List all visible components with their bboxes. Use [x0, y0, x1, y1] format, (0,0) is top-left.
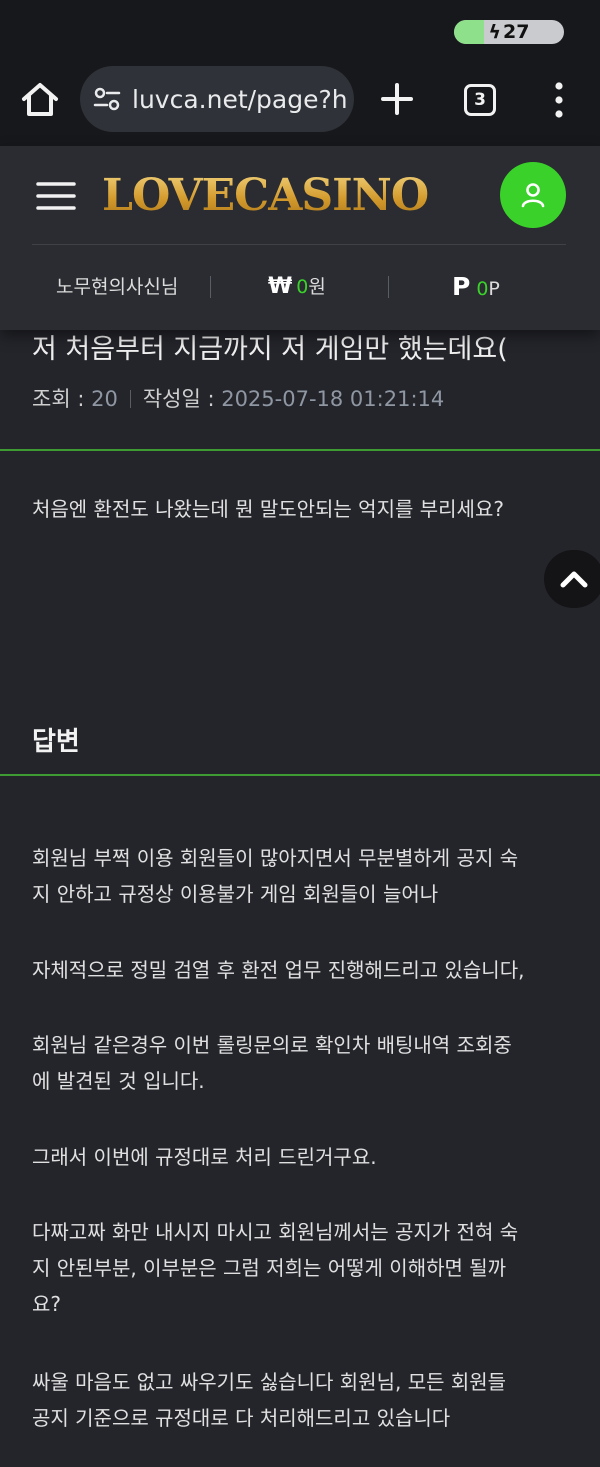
user-icon — [521, 183, 545, 208]
answer-line: 회원님 같은경우 이번 롤링문의로 확인차 배팅내역 조회중 — [32, 1033, 512, 1057]
site-settings-icon[interactable] — [92, 84, 122, 114]
answer-line: 공지 기준으로 규정대로 다 처리해드리고 있습니다 — [32, 1406, 451, 1430]
answer-line: 다짜고짜 화만 내시지 마시고 회원님께서는 공지가 전혀 숙 — [32, 1220, 519, 1244]
answer-paragraph: 회원님 부쩍 이용 회원들이 많아지면서 무분별하게 공지 숙 지 안하고 규정… — [32, 840, 572, 912]
account-info-row: 노무현의사신님 ₩0원 P 0P — [0, 264, 600, 310]
post-body: 처음엔 환전도 나왔는데 뭔 말도안되는 억지를 부리세요? — [32, 497, 504, 521]
won-unit: 원 — [308, 276, 326, 298]
post-divider — [0, 449, 600, 451]
status-bar: ϟ 27 — [0, 0, 600, 62]
won-amount: 0 — [296, 276, 309, 298]
answer-paragraph: 그래서 이번에 규정대로 처리 드린거구요. — [32, 1139, 572, 1175]
answer-paragraph: 싸울 마음도 없고 싸우기도 싫습니다 회원님, 모든 회원들 공지 기준으로 … — [32, 1364, 572, 1436]
meta-divider — [129, 390, 131, 408]
answer-line: 자체적으로 정밀 검열 후 환전 업무 진행해드리고 있습니다, — [32, 958, 525, 982]
answer-paragraph: 자체적으로 정밀 검열 후 환전 업무 진행해드리고 있습니다, — [32, 952, 572, 988]
date-label: 작성일 : — [142, 387, 222, 411]
point-icon: P — [452, 272, 471, 301]
info-divider — [388, 276, 389, 298]
new-tab-button[interactable] — [378, 80, 416, 118]
hamburger-icon — [36, 182, 76, 210]
answer-paragraph: 다짜고짜 화만 내시지 마시고 회원님께서는 공지가 전혀 숙 지 안된부분, … — [32, 1214, 572, 1322]
tab-switcher-button[interactable]: 3 — [464, 84, 496, 116]
scroll-to-top-button[interactable] — [544, 550, 600, 608]
answer-line: 에 발견된 것 입니다. — [32, 1069, 205, 1093]
username: 노무현의사신님 — [56, 276, 179, 298]
user-profile-button[interactable] — [500, 162, 566, 228]
answer-heading: 답변 — [32, 727, 80, 757]
address-bar[interactable]: luvca.net/page?h — [80, 66, 354, 132]
charging-bolt-icon: ϟ — [488, 21, 502, 43]
menu-button[interactable] — [36, 180, 76, 212]
site-header: LOVECASINO 노무현의사신님 ₩0원 P 0P — [0, 146, 600, 330]
answer-line: 지 안하고 규정상 이용불가 게임 회원들이 늘어나 — [32, 882, 439, 906]
won-balance[interactable]: ₩0원 — [268, 264, 326, 310]
answer-line: 지 안된부분, 이부분은 그럼 저희는 어떻게 이해하면 될까 — [32, 1256, 507, 1280]
date-value: 2025-07-18 01:21:14 — [221, 387, 445, 411]
answer-divider — [0, 774, 600, 776]
battery-level: 27 — [503, 21, 530, 43]
home-icon — [22, 83, 58, 116]
site-logo[interactable]: LOVECASINO — [102, 166, 429, 226]
battery-indicator: ϟ 27 — [454, 20, 564, 44]
browser-toolbar: luvca.net/page?h 3 — [0, 62, 600, 146]
plus-icon — [381, 83, 413, 115]
point-unit: P — [488, 278, 500, 300]
answer-line: 회원님 부쩍 이용 회원들이 많아지면서 무분별하게 공지 숙 — [32, 846, 519, 870]
point-balance[interactable]: P 0P — [452, 264, 500, 310]
answer-line: 요? — [32, 1292, 62, 1316]
more-vertical-icon — [555, 82, 563, 118]
answer-line: 그래서 이번에 규정대로 처리 드린거구요. — [32, 1145, 377, 1169]
url-text[interactable]: luvca.net/page?h — [132, 85, 348, 114]
views-label: 조회 : — [32, 387, 92, 411]
answer-paragraph: 회원님 같은경우 이번 롤링문의로 확인차 배팅내역 조회중 에 발견된 것 입… — [32, 1027, 572, 1099]
home-button[interactable] — [18, 78, 62, 122]
info-divider — [210, 276, 211, 298]
point-amount: 0 — [476, 278, 489, 300]
post-meta: 조회 : 20 작성일 : 2025-07-18 01:21:14 — [32, 383, 444, 415]
views-value: 20 — [91, 387, 118, 411]
browser-menu-button[interactable] — [548, 80, 570, 120]
header-divider — [32, 244, 566, 245]
post-title: 저 처음부터 지금까지 저 게임만 했는데요( — [32, 334, 508, 365]
won-icon: ₩ — [268, 274, 293, 299]
chevron-up-icon — [560, 571, 588, 588]
answer-line: 싸울 마음도 없고 싸우기도 싫습니다 회원님, 모든 회원들 — [32, 1370, 507, 1394]
